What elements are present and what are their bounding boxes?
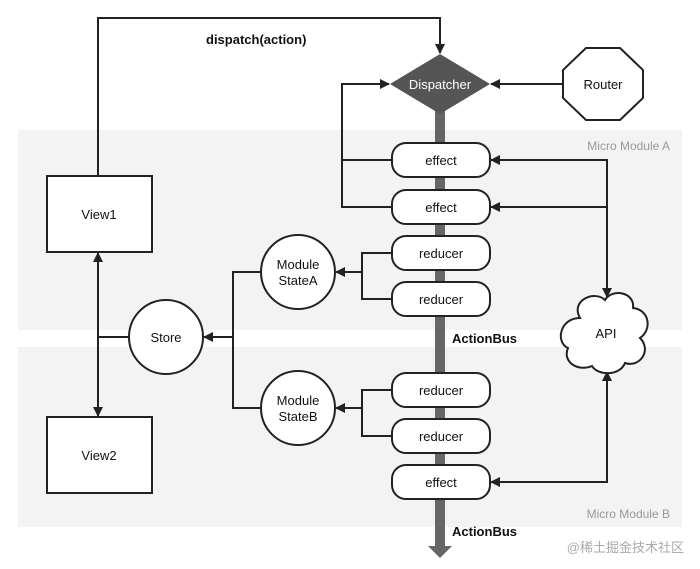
effect-a2-label: effect bbox=[425, 200, 457, 215]
reducer-b1-node: reducer bbox=[391, 372, 491, 408]
module-state-a-node bbox=[260, 234, 336, 310]
effect-a1-node: effect bbox=[391, 142, 491, 178]
view1-label: View1 bbox=[81, 207, 116, 222]
dispatch-label: dispatch(action) bbox=[206, 32, 306, 47]
action-bus-arrowhead bbox=[428, 546, 452, 558]
reducer-b2-node: reducer bbox=[391, 418, 491, 454]
reducer-a1-node: reducer bbox=[391, 235, 491, 271]
module-state-b-line1: Module bbox=[277, 393, 320, 408]
module-state-a-line1: Module bbox=[277, 257, 320, 272]
reducer-a2-node: reducer bbox=[391, 281, 491, 317]
store-label: Store bbox=[150, 330, 181, 345]
region-b-label: Micro Module B bbox=[587, 507, 670, 521]
actionbus-label-b: ActionBus bbox=[452, 524, 517, 539]
view2-label: View2 bbox=[81, 448, 116, 463]
region-a-label: Micro Module A bbox=[587, 139, 670, 153]
effect-b1-label: effect bbox=[425, 475, 457, 490]
module-state-a-line2: StateA bbox=[278, 273, 317, 288]
reducer-b2-label: reducer bbox=[419, 429, 464, 444]
api-label: API bbox=[596, 326, 617, 341]
router-label: Router bbox=[583, 77, 623, 92]
architecture-diagram: Micro Module A Micro Module B ActionBus … bbox=[18, 17, 684, 558]
dispatcher-label: Dispatcher bbox=[409, 77, 472, 92]
reducer-b1-label: reducer bbox=[419, 383, 464, 398]
module-state-b-line2: StateB bbox=[278, 409, 317, 424]
reducer-a1-label: reducer bbox=[419, 246, 464, 261]
watermark: @稀土掘金技术社区 bbox=[567, 540, 684, 555]
actionbus-label-a: ActionBus bbox=[452, 331, 517, 346]
reducer-a2-label: reducer bbox=[419, 292, 464, 307]
effect-b1-node: effect bbox=[391, 464, 491, 500]
module-state-b-node bbox=[260, 370, 336, 446]
effect-a2-node: effect bbox=[391, 189, 491, 225]
effect-a1-label: effect bbox=[425, 153, 457, 168]
